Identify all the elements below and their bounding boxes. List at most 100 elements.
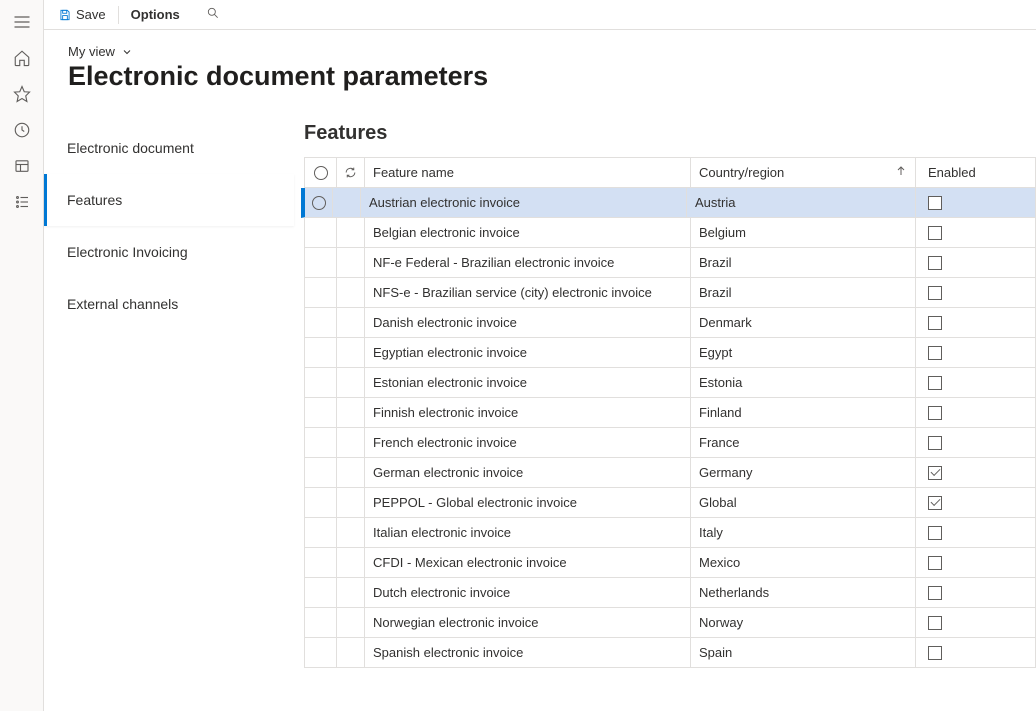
row-selector[interactable] bbox=[305, 218, 337, 247]
enabled-checkbox[interactable] bbox=[928, 616, 942, 630]
row-selector[interactable] bbox=[305, 248, 337, 277]
hamburger-icon[interactable] bbox=[2, 4, 42, 40]
enabled-cell[interactable] bbox=[916, 218, 1036, 247]
feature-name-cell: PEPPOL - Global electronic invoice bbox=[365, 488, 691, 517]
enabled-cell[interactable] bbox=[916, 368, 1036, 397]
refresh-header-icon[interactable] bbox=[337, 158, 365, 187]
workspaces-icon[interactable] bbox=[2, 148, 42, 184]
column-header-enabled[interactable]: Enabled bbox=[916, 158, 1036, 187]
column-header-feature-name[interactable]: Feature name bbox=[365, 158, 691, 187]
feature-name-cell: Belgian electronic invoice bbox=[365, 218, 691, 247]
enabled-checkbox[interactable] bbox=[928, 286, 942, 300]
row-selector[interactable] bbox=[305, 308, 337, 337]
page-title: Electronic document parameters bbox=[68, 61, 1012, 92]
table-row[interactable]: CFDI - Mexican electronic invoiceMexico bbox=[305, 548, 1036, 578]
country-cell: Global bbox=[691, 488, 916, 517]
features-panel: Features Feature name Country/region bbox=[294, 110, 1036, 711]
enabled-cell[interactable] bbox=[916, 248, 1036, 277]
enabled-cell[interactable] bbox=[916, 278, 1036, 307]
enabled-cell[interactable] bbox=[916, 428, 1036, 457]
row-selector[interactable] bbox=[305, 548, 337, 577]
enabled-checkbox[interactable] bbox=[928, 586, 942, 600]
row-selector[interactable] bbox=[305, 518, 337, 547]
enabled-cell[interactable] bbox=[916, 548, 1036, 577]
recent-icon[interactable] bbox=[2, 112, 42, 148]
enabled-cell[interactable] bbox=[916, 398, 1036, 427]
row-selector[interactable] bbox=[305, 578, 337, 607]
favorites-icon[interactable] bbox=[2, 76, 42, 112]
enabled-checkbox[interactable] bbox=[928, 346, 942, 360]
table-row[interactable]: German electronic invoiceGermany bbox=[305, 458, 1036, 488]
table-row[interactable]: Spanish electronic invoiceSpain bbox=[305, 638, 1036, 668]
row-selector[interactable] bbox=[305, 638, 337, 667]
enabled-cell[interactable] bbox=[916, 338, 1036, 367]
feature-name-cell: Norwegian electronic invoice bbox=[365, 608, 691, 637]
side-tab-external-channels[interactable]: External channels bbox=[44, 278, 294, 330]
table-row[interactable]: NF-e Federal - Brazilian electronic invo… bbox=[305, 248, 1036, 278]
separator bbox=[118, 6, 119, 24]
select-all-header[interactable] bbox=[305, 158, 337, 187]
row-selector[interactable] bbox=[305, 458, 337, 487]
table-row[interactable]: Austrian electronic invoiceAustria bbox=[301, 188, 1036, 218]
table-row[interactable]: Estonian electronic invoiceEstonia bbox=[305, 368, 1036, 398]
enabled-cell[interactable] bbox=[916, 308, 1036, 337]
enabled-cell[interactable] bbox=[916, 518, 1036, 547]
enabled-checkbox[interactable] bbox=[928, 196, 942, 210]
enabled-cell[interactable] bbox=[916, 488, 1036, 517]
enabled-cell[interactable] bbox=[916, 608, 1036, 637]
country-cell: Estonia bbox=[691, 368, 916, 397]
enabled-checkbox[interactable] bbox=[928, 496, 942, 510]
enabled-checkbox[interactable] bbox=[928, 376, 942, 390]
enabled-checkbox[interactable] bbox=[928, 556, 942, 570]
row-selector[interactable] bbox=[305, 278, 337, 307]
table-row[interactable]: PEPPOL - Global electronic invoiceGlobal bbox=[305, 488, 1036, 518]
modules-icon[interactable] bbox=[2, 184, 42, 220]
enabled-cell[interactable] bbox=[916, 188, 1036, 217]
row-selector[interactable] bbox=[305, 608, 337, 637]
sort-asc-icon bbox=[895, 165, 907, 180]
enabled-cell[interactable] bbox=[916, 578, 1036, 607]
table-row[interactable]: Italian electronic invoiceItaly bbox=[305, 518, 1036, 548]
country-cell: Egypt bbox=[691, 338, 916, 367]
row-selector[interactable] bbox=[305, 188, 333, 217]
table-row[interactable]: Egyptian electronic invoiceEgypt bbox=[305, 338, 1036, 368]
row-selector[interactable] bbox=[305, 338, 337, 367]
side-tab-features[interactable]: Features bbox=[44, 174, 294, 226]
enabled-checkbox[interactable] bbox=[928, 466, 942, 480]
row-selector[interactable] bbox=[305, 428, 337, 457]
side-tab-electronic-invoicing[interactable]: Electronic Invoicing bbox=[44, 226, 294, 278]
enabled-checkbox[interactable] bbox=[928, 316, 942, 330]
enabled-checkbox[interactable] bbox=[928, 526, 942, 540]
row-status-cell bbox=[337, 548, 365, 577]
enabled-cell[interactable] bbox=[916, 458, 1036, 487]
home-icon[interactable] bbox=[2, 40, 42, 76]
view-selector[interactable]: My view bbox=[68, 44, 133, 59]
enabled-cell[interactable] bbox=[916, 638, 1036, 667]
options-button[interactable]: Options bbox=[125, 3, 186, 26]
save-label: Save bbox=[76, 7, 106, 22]
side-tab-electronic-document[interactable]: Electronic document bbox=[44, 122, 294, 174]
table-row[interactable]: Finnish electronic invoiceFinland bbox=[305, 398, 1036, 428]
row-status-cell bbox=[337, 458, 365, 487]
save-button[interactable]: Save bbox=[52, 3, 112, 26]
enabled-checkbox[interactable] bbox=[928, 646, 942, 660]
table-row[interactable]: Danish electronic invoiceDenmark bbox=[305, 308, 1036, 338]
table-row[interactable]: Dutch electronic invoiceNetherlands bbox=[305, 578, 1036, 608]
enabled-checkbox[interactable] bbox=[928, 256, 942, 270]
table-row[interactable]: NFS-e - Brazilian service (city) electro… bbox=[305, 278, 1036, 308]
view-label: My view bbox=[68, 44, 115, 59]
feature-name-cell: Spanish electronic invoice bbox=[365, 638, 691, 667]
enabled-checkbox[interactable] bbox=[928, 226, 942, 240]
column-header-country[interactable]: Country/region bbox=[691, 158, 916, 187]
enabled-checkbox[interactable] bbox=[928, 436, 942, 450]
row-status-cell bbox=[337, 248, 365, 277]
row-selector[interactable] bbox=[305, 398, 337, 427]
row-status-cell bbox=[337, 218, 365, 247]
enabled-checkbox[interactable] bbox=[928, 406, 942, 420]
search-icon[interactable] bbox=[198, 2, 228, 27]
table-row[interactable]: Belgian electronic invoiceBelgium bbox=[305, 218, 1036, 248]
row-selector[interactable] bbox=[305, 368, 337, 397]
table-row[interactable]: Norwegian electronic invoiceNorway bbox=[305, 608, 1036, 638]
table-row[interactable]: French electronic invoiceFrance bbox=[305, 428, 1036, 458]
row-selector[interactable] bbox=[305, 488, 337, 517]
